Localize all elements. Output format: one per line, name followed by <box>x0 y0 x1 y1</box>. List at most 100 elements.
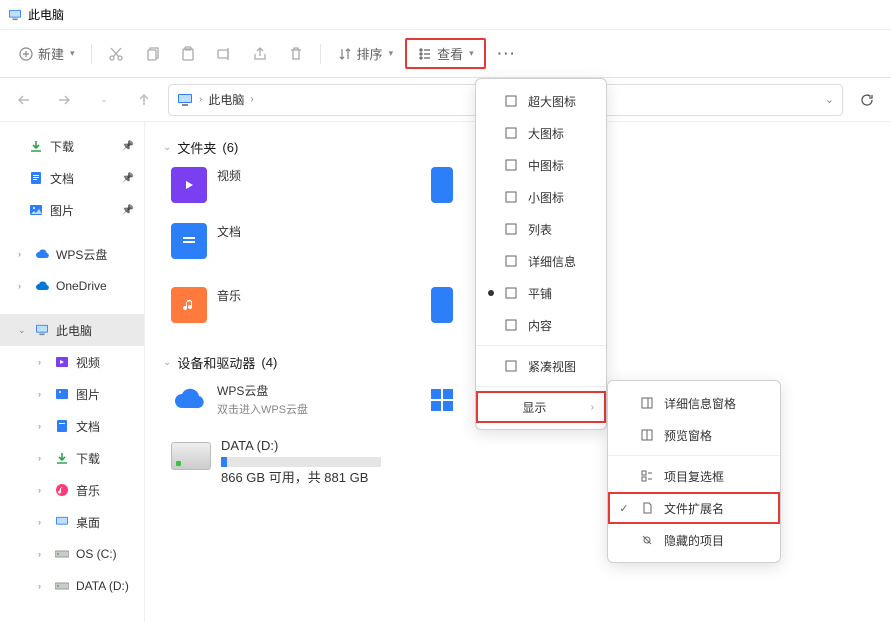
menu-item-label: 显示 <box>488 399 581 416</box>
more-icon: ··· <box>498 46 517 61</box>
chevron-right-icon: › <box>38 421 48 431</box>
menu-item-label: 内容 <box>528 317 552 334</box>
option-icon <box>640 428 654 442</box>
check-icon <box>618 397 630 409</box>
sidebar-item-label: 音乐 <box>76 482 100 499</box>
sidebar-item-documents[interactable]: 文档 <box>0 162 144 194</box>
view-menu-item[interactable]: 内容 <box>476 309 606 341</box>
breadcrumb-root[interactable]: 此电脑 <box>208 91 244 108</box>
show-menu-item[interactable]: 预览窗格 <box>608 419 780 451</box>
folder-partial[interactable] <box>431 287 471 335</box>
sidebar-item--[interactable]: › 音乐 <box>0 474 144 506</box>
sidebar-item-onedrive[interactable]: › OneDrive <box>0 270 144 302</box>
rename-button[interactable] <box>208 40 240 68</box>
drive-sublabel: 866 GB 可用，共 881 GB <box>221 467 381 486</box>
sidebar-item-label: WPS云盘 <box>56 246 107 263</box>
view-mode-icon <box>504 190 518 204</box>
pc-icon <box>34 322 50 338</box>
download-icon <box>28 138 44 154</box>
menu-item-label: 详细信息 <box>528 253 576 270</box>
separator <box>608 455 780 456</box>
selected-dot <box>488 290 494 296</box>
folder-label: 音乐 <box>217 287 241 304</box>
view-dropdown-menu: 超大图标大图标中图标小图标列表详细信息平铺内容紧凑视图显示› <box>475 78 607 430</box>
view-button[interactable]: 查看 ▾ <box>405 38 486 69</box>
device-wps-cloud[interactable]: WPS云盘 双击进入WPS云盘 <box>171 382 391 430</box>
folder-video[interactable]: 视频 <box>171 167 391 215</box>
view-menu-item[interactable]: 大图标 <box>476 117 606 149</box>
music-folder-icon <box>171 287 207 323</box>
view-menu-item[interactable]: 详细信息 <box>476 245 606 277</box>
sidebar-item--[interactable]: ›下载 <box>0 442 144 474</box>
nav-up-button[interactable] <box>128 84 160 116</box>
sidebar-item-label: 文档 <box>50 170 74 187</box>
more-button[interactable]: ··· <box>490 40 525 67</box>
nav-bar: ⌄ › 此电脑 › ⌄ <box>0 78 891 122</box>
view-menu-item[interactable]: 紧凑视图 <box>476 350 606 382</box>
drive-icon <box>54 578 70 594</box>
breadcrumb-dropdown[interactable]: ⌄ <box>825 93 834 106</box>
drive-label: DATA (D:) <box>221 438 381 453</box>
nav-back-button[interactable] <box>8 84 40 116</box>
show-menu-item[interactable]: ✓文件扩展名 <box>608 492 780 524</box>
menu-item-label: 超大图标 <box>528 93 576 110</box>
view-menu-item[interactable]: 平铺 <box>476 277 606 309</box>
sidebar-item-label: 下载 <box>50 138 74 155</box>
sidebar-item-wps-cloud[interactable]: › WPS云盘 <box>0 238 144 270</box>
view-icon <box>417 46 433 62</box>
folder-partial[interactable] <box>431 167 471 215</box>
folder-icon <box>431 167 453 203</box>
view-menu-show-item[interactable]: 显示› <box>476 391 606 423</box>
nav-history-button[interactable]: ⌄ <box>88 84 120 116</box>
sidebar-item-label: 文档 <box>76 418 100 435</box>
cut-button[interactable] <box>100 40 132 68</box>
sidebar-item-this-pc[interactable]: ⌄ 此电脑 <box>0 314 144 346</box>
section-title: 设备和驱动器 <box>177 353 255 372</box>
new-button-label: 新建 <box>38 44 64 63</box>
section-count: (6) <box>222 140 238 155</box>
sidebar-item-pictures[interactable]: 图片 <box>0 194 144 226</box>
sidebar-item-downloads[interactable]: 下载 <box>0 130 144 162</box>
sidebar-item--[interactable]: ›图片 <box>0 378 144 410</box>
view-menu-item[interactable]: 小图标 <box>476 181 606 213</box>
refresh-button[interactable] <box>851 84 883 116</box>
view-mode-icon <box>504 222 518 236</box>
video-folder-icon <box>171 167 207 203</box>
folder-music[interactable]: 音乐 <box>171 287 391 335</box>
chevron-right-icon: › <box>38 517 48 527</box>
paste-button[interactable] <box>172 40 204 68</box>
delete-button[interactable] <box>280 40 312 68</box>
device-sublabel: 双击进入WPS云盘 <box>217 401 308 417</box>
sidebar-item--[interactable]: › 桌面 <box>0 506 144 538</box>
option-icon <box>640 396 654 410</box>
show-menu-item[interactable]: 项目复选框 <box>608 460 780 492</box>
folder-label: 文档 <box>217 223 241 240</box>
sidebar-item--[interactable]: › 文档 <box>0 410 144 442</box>
title-bar: 此电脑 <box>0 0 891 30</box>
copy-button[interactable] <box>136 40 168 68</box>
show-menu-item[interactable]: 隐藏的项目 <box>608 524 780 556</box>
cloud-icon <box>34 246 50 262</box>
view-menu-item[interactable]: 列表 <box>476 213 606 245</box>
sidebar-item-os-c-[interactable]: ›OS (C:) <box>0 538 144 570</box>
view-menu-item[interactable]: 超大图标 <box>476 85 606 117</box>
sidebar-item--[interactable]: ›视频 <box>0 346 144 378</box>
drive-data-d[interactable]: DATA (D:) 866 GB 可用，共 881 GB <box>171 438 411 486</box>
device-partial[interactable] <box>431 382 471 430</box>
sidebar-item-label: 桌面 <box>76 514 100 531</box>
show-menu-item[interactable]: 详细信息窗格 <box>608 387 780 419</box>
chevron-right-icon: › <box>38 485 48 495</box>
chevron-right-icon: › <box>38 357 48 367</box>
check-icon: ✓ <box>618 502 630 514</box>
view-menu-item[interactable]: 中图标 <box>476 149 606 181</box>
share-button[interactable] <box>244 40 276 68</box>
sort-button[interactable]: 排序 ▾ <box>329 38 402 69</box>
sidebar-item-label: OneDrive <box>56 279 107 293</box>
chevron-down-icon: ⌄ <box>163 357 171 368</box>
chevron-right-icon: › <box>38 581 48 591</box>
folder-documents[interactable]: 文档 <box>171 223 391 271</box>
sidebar-item-data-d-[interactable]: ›DATA (D:) <box>0 570 144 602</box>
new-button[interactable]: 新建 ▾ <box>10 38 83 69</box>
nav-forward-button[interactable] <box>48 84 80 116</box>
menu-item-label: 项目复选框 <box>664 468 724 485</box>
